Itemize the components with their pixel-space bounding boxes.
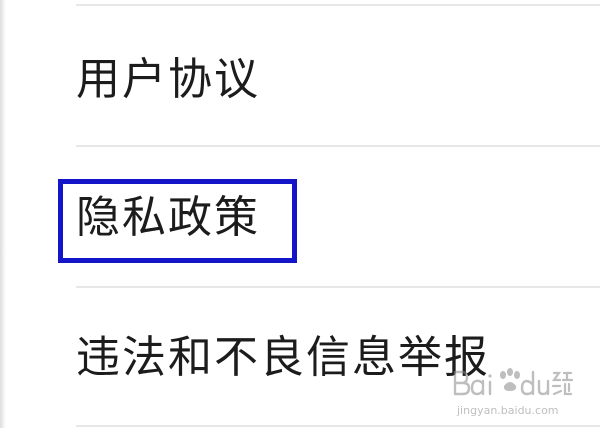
settings-screen: 用户协议 隐私政策 违法和不良信息举报 jingyan.baidu.com — [0, 0, 600, 428]
illegal-content-report-item[interactable]: 违法和不良信息举报 — [0, 288, 600, 425]
privacy-policy-label: 隐私政策 — [76, 192, 260, 243]
divider — [76, 425, 600, 427]
user-agreement-item[interactable]: 用户协议 — [0, 6, 600, 145]
user-agreement-label: 用户协议 — [76, 54, 260, 105]
privacy-policy-item[interactable]: 隐私政策 — [0, 147, 600, 286]
illegal-content-report-label: 违法和不良信息举报 — [76, 332, 490, 383]
